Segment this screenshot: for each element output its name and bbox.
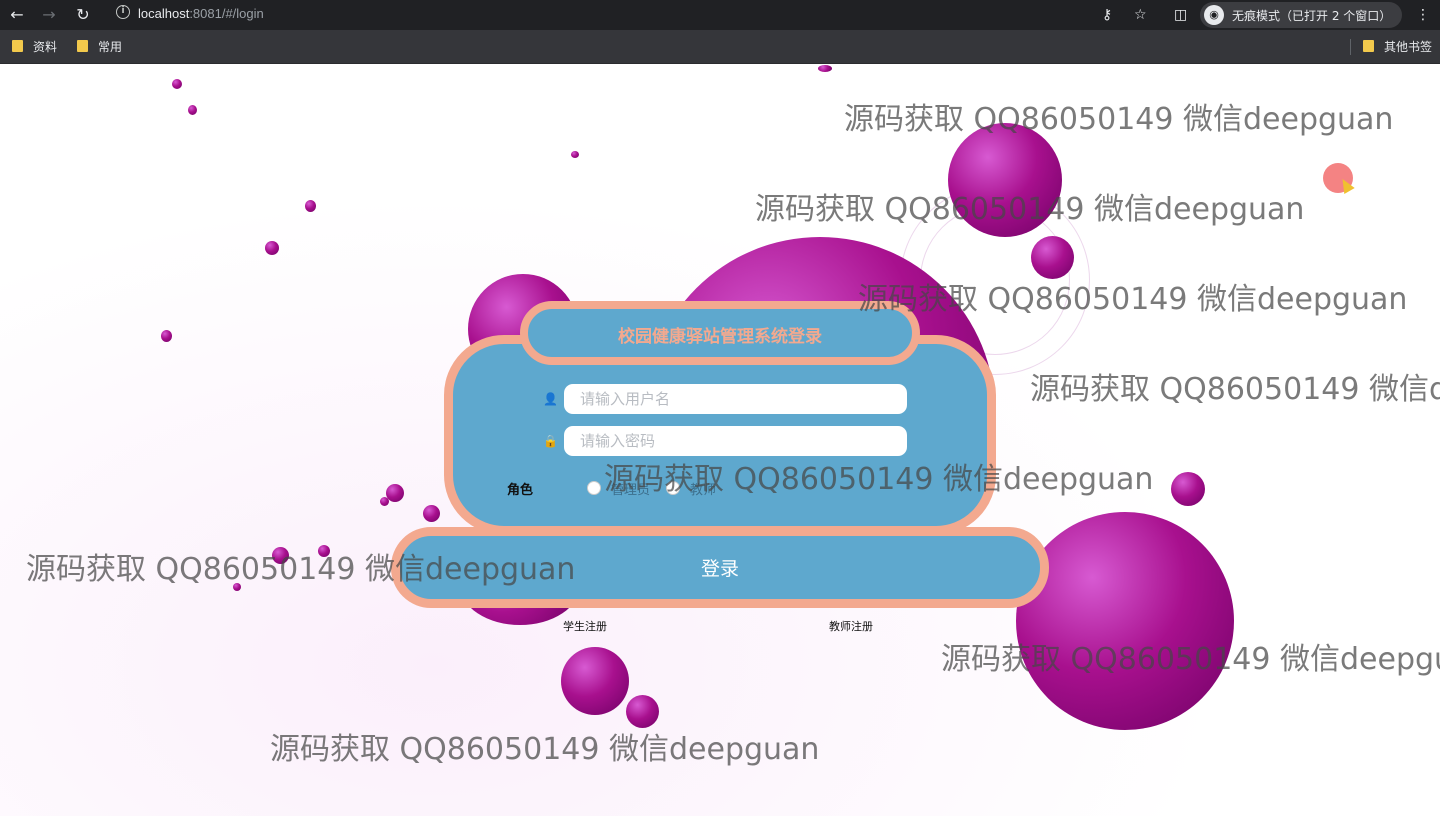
bookmarks-bar: 资料 常用 其他书签 <box>0 30 1440 64</box>
watermark: 源码获取 QQ86050149 微信deepguan <box>844 102 1394 137</box>
incognito-icon: ◉ <box>1204 5 1224 25</box>
lock-icon: 🔒 <box>543 434 558 448</box>
decor-bubble-large <box>1016 512 1234 730</box>
incognito-label: 无痕模式（已打开 2 个窗口） <box>1232 9 1392 23</box>
decor-dot <box>423 505 440 522</box>
decor-dot <box>172 79 182 89</box>
decor-bubble <box>818 65 832 72</box>
decor-bubble <box>1171 472 1205 506</box>
star-icon[interactable]: ☆ <box>1134 4 1147 26</box>
bookmark-folder-ziliao[interactable]: 资料 <box>12 39 57 55</box>
user-icon: 👤 <box>543 392 558 406</box>
decor-dot <box>571 151 579 158</box>
key-icon[interactable]: ⚷ <box>1102 4 1112 26</box>
decor-bubble <box>1031 236 1074 279</box>
decor-dot <box>265 241 279 255</box>
role-radio-teacher[interactable] <box>666 481 680 495</box>
role-option-teacher-label[interactable]: 教师 <box>690 479 716 498</box>
student-register-link[interactable]: 学生注册 <box>563 618 607 634</box>
bookmark-divider <box>1350 39 1351 55</box>
page-title: 校园健康驿站管理系统登录 <box>618 327 822 347</box>
decor-dot <box>188 105 197 115</box>
password-input[interactable] <box>564 426 907 456</box>
folder-icon <box>77 40 88 52</box>
decor-dot <box>318 545 330 557</box>
address-bar[interactable]: i localhost:8081/#/login <box>108 2 1158 28</box>
url-text: localhost:8081/#/login <box>138 6 264 21</box>
role-label: 角色 <box>507 483 534 498</box>
menu-icon[interactable]: ⋮ <box>1416 4 1430 26</box>
side-panel-icon[interactable]: ◫ <box>1174 4 1187 26</box>
decor-dot <box>161 330 172 342</box>
decor-dot <box>305 200 316 212</box>
watermark: 源码获取 QQ86050149 微信deepguan <box>1030 372 1440 407</box>
folder-icon <box>1363 40 1374 52</box>
bookmark-folder-other[interactable]: 其他书签 <box>1363 39 1432 55</box>
decor-bubble <box>626 695 659 728</box>
decor-dot <box>272 547 289 564</box>
forward-icon[interactable]: → <box>38 4 60 26</box>
decor-bubble <box>561 647 629 715</box>
login-page: 校园健康驿站管理系统登录 👤 🔒 角色 管理员 教师 登录 学生注册 教师注册 … <box>0 65 1440 816</box>
username-input[interactable] <box>564 384 907 414</box>
reload-icon[interactable]: ↻ <box>72 4 94 26</box>
incognito-indicator[interactable]: ◉ 无痕模式（已打开 2 个窗口） <box>1200 2 1402 28</box>
role-option-admin-label[interactable]: 管理员 <box>611 479 650 498</box>
decor-dot <box>233 583 241 591</box>
login-title-panel: 校园健康驿站管理系统登录 <box>520 301 920 365</box>
bookmark-folder-changyong[interactable]: 常用 <box>77 39 122 55</box>
browser-toolbar: ← → ↻ i localhost:8081/#/login ⚷ ☆ ◫ ◉ 无… <box>0 0 1440 30</box>
back-icon[interactable]: ← <box>6 4 28 26</box>
role-radio-admin[interactable] <box>587 481 601 495</box>
site-info-icon[interactable]: i <box>116 5 130 19</box>
watermark: 源码获取 QQ86050149 微信deepguan <box>270 732 820 767</box>
teacher-register-link[interactable]: 教师注册 <box>829 618 873 634</box>
decor-bubble <box>948 123 1062 237</box>
login-button[interactable]: 登录 <box>391 527 1049 608</box>
folder-icon <box>12 40 23 52</box>
decor-dot <box>380 497 389 506</box>
